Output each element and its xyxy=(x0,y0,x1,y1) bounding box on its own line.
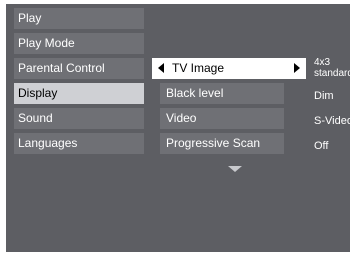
value-progressive-scan: Off xyxy=(314,140,329,152)
menu-item-sound[interactable]: Sound xyxy=(14,108,144,129)
value-tv-image: 4x3 standard xyxy=(314,57,353,79)
submenu-item-video[interactable]: Video xyxy=(160,108,284,129)
menu-item-languages[interactable]: Languages xyxy=(14,133,144,154)
submenu-item-black-level[interactable]: Black level xyxy=(160,83,284,104)
menu-item-play[interactable]: Play xyxy=(14,8,144,29)
settings-panel: Play Play Mode Parental Control Display … xyxy=(6,4,353,252)
screen: Play Play Mode Parental Control Display … xyxy=(0,0,356,254)
value-black-level: Dim xyxy=(314,90,334,102)
menu-item-display[interactable]: Display xyxy=(14,83,144,104)
menu-item-parental-control[interactable]: Parental Control xyxy=(14,58,144,79)
arrow-right-icon[interactable] xyxy=(294,63,300,73)
value-video: S-Video xyxy=(314,115,353,127)
submenu-item-tv-image[interactable]: TV Image xyxy=(152,58,306,79)
value-tv-image-line2: standard xyxy=(314,68,353,79)
arrow-left-icon[interactable] xyxy=(158,63,164,73)
menu-item-play-mode[interactable]: Play Mode xyxy=(14,33,144,54)
submenu-item-label: TV Image xyxy=(172,61,225,75)
submenu-item-progressive-scan[interactable]: Progressive Scan xyxy=(160,133,284,154)
scroll-down-icon[interactable] xyxy=(228,166,242,172)
value-tv-image-line1: 4x3 xyxy=(314,57,331,68)
